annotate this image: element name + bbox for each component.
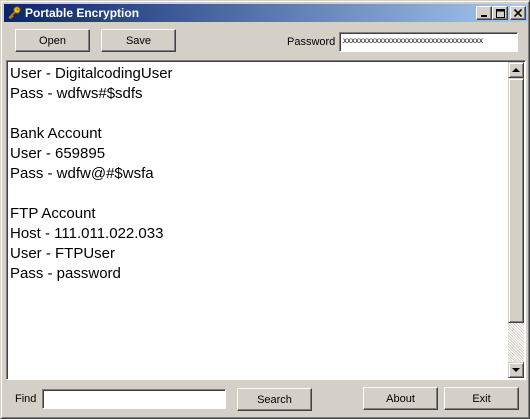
editor-line: User - DigitalcodingUser (10, 65, 173, 82)
editor-line: Bank Account (10, 125, 102, 142)
maximize-button[interactable] (492, 6, 508, 20)
editor-line: Pass - wdfws#$sdfs (10, 85, 143, 102)
maximize-icon (495, 8, 505, 18)
text-editor[interactable]: User - DigitalcodingUser Pass - wdfws#$sd… (6, 60, 526, 380)
save-button[interactable]: Save (101, 29, 176, 52)
app-window: Portable Encryption Open Save Password x… (0, 0, 530, 419)
editor-line: User - 659895 (10, 145, 106, 162)
close-button[interactable] (510, 6, 526, 20)
editor-content[interactable]: User - DigitalcodingUser Pass - wdfws#$sd… (10, 64, 504, 284)
editor-line: Host - 111.011.022.033 (10, 225, 164, 242)
find-label: Find (15, 393, 37, 405)
exit-button[interactable]: Exit (444, 387, 519, 410)
find-input[interactable] (42, 389, 226, 409)
search-button[interactable]: Search (237, 388, 312, 411)
vertical-scrollbar[interactable] (508, 62, 524, 378)
minimize-icon (481, 15, 487, 17)
key-icon (6, 5, 22, 21)
title-bar[interactable]: Portable Encryption (4, 4, 528, 22)
window-title: Portable Encryption (25, 6, 140, 20)
about-button[interactable]: About (363, 387, 438, 410)
caption-buttons (476, 6, 526, 20)
password-label: Password (287, 36, 336, 48)
scroll-down-button[interactable] (508, 362, 524, 378)
minimize-button[interactable] (476, 6, 492, 20)
open-button[interactable]: Open (15, 29, 90, 52)
arrow-up-icon (512, 67, 520, 72)
editor-line: FTP Account (10, 205, 96, 222)
password-field[interactable]: xxxxxxxxxxxxxxxxxxxxxxxxxxxxxxxxxxx (339, 32, 518, 52)
scrollbar-thumb[interactable] (508, 78, 524, 323)
editor-line: Pass - password (10, 265, 121, 282)
scroll-up-button[interactable] (508, 62, 524, 78)
editor-line: User - FTPUser (10, 245, 115, 262)
editor-line: Pass - wdfw@#$wsfa (10, 165, 154, 182)
close-icon (514, 9, 522, 17)
arrow-down-icon (512, 367, 520, 372)
